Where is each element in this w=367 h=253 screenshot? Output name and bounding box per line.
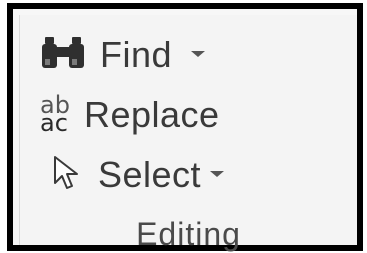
binoculars-icon	[40, 35, 86, 76]
replace-label: Replace	[83, 94, 220, 135]
editing-group-frame: Find ab ac Replace Select Editing	[7, 3, 363, 252]
editing-group: Find ab ac Replace Select Editing	[19, 15, 357, 252]
find-dropdown-icon[interactable]	[190, 46, 206, 64]
select-label: Select	[98, 154, 202, 195]
find-button[interactable]: Find	[40, 29, 206, 81]
select-dropdown-icon[interactable]	[209, 166, 225, 184]
select-button[interactable]: Select	[40, 149, 225, 201]
cursor-arrow-icon	[52, 155, 84, 196]
replace-button[interactable]: ab ac Replace	[40, 89, 220, 141]
replace-ab-ac-icon: ab ac	[40, 91, 70, 137]
group-label: Editing	[136, 216, 241, 252]
find-label: Find	[100, 34, 173, 75]
